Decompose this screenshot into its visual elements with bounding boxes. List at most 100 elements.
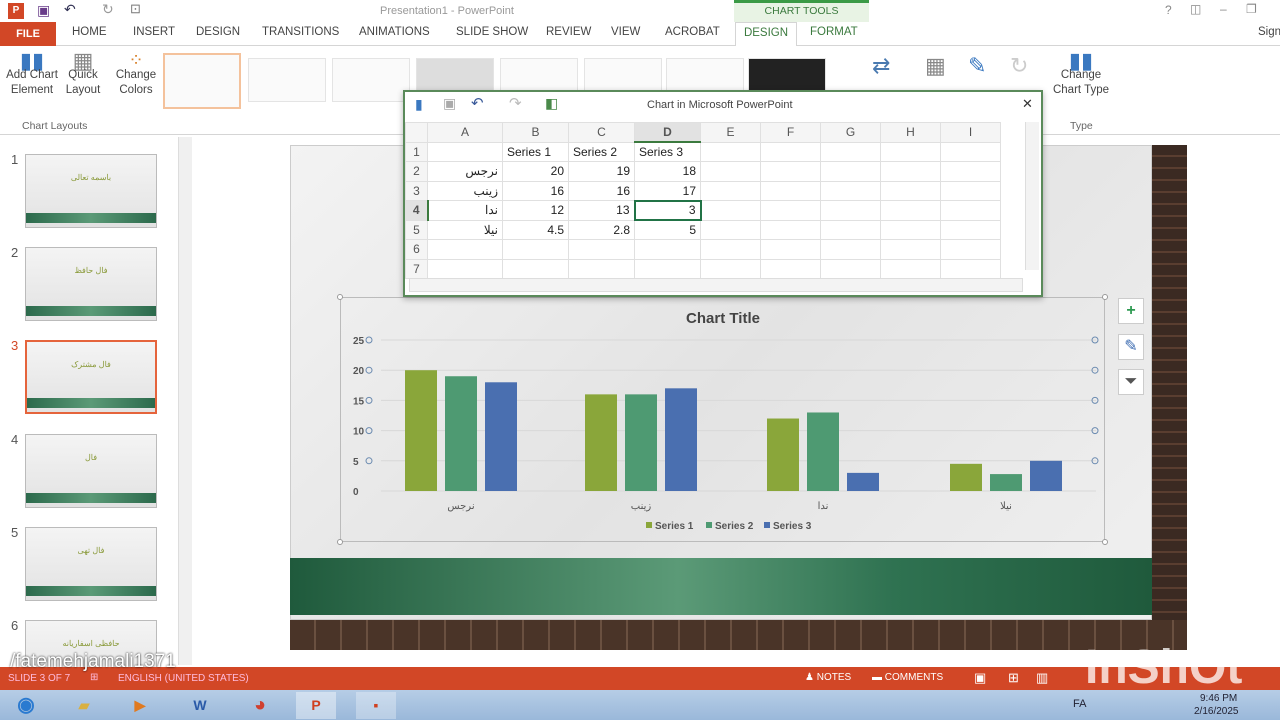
chart-styles-brush-icon[interactable]: ✎ [1118,334,1144,360]
help-icon[interactable]: ? [1165,3,1172,17]
resize-handle[interactable] [337,539,343,545]
column-header[interactable]: D [634,122,701,143]
undo-icon[interactable]: ↶ [471,94,484,112]
switch-row-column-icon[interactable]: ⇄ [872,53,890,79]
file-explorer-icon[interactable]: ▰ [64,692,104,719]
tab-insert[interactable]: INSERT [133,26,175,38]
slide-thumbnail[interactable]: فال تهی [25,527,157,601]
cell[interactable] [502,258,569,279]
chart-title[interactable]: Chart Title [686,310,760,327]
cell[interactable] [880,239,941,260]
slide-sorter-icon[interactable]: ⊞ [1008,670,1019,686]
comments-button[interactable]: ▬ COMMENTS [872,672,943,683]
column-header[interactable]: G [820,122,881,143]
cell[interactable] [700,161,761,182]
sign-in-link[interactable]: Sign [1258,26,1280,38]
quick-layout-button[interactable]: ▦ Quick Layout [62,50,104,98]
cell[interactable]: 12 [502,200,569,221]
cell[interactable]: 18 [634,161,701,182]
cell[interactable]: 13 [568,200,635,221]
start-button-icon[interactable]: ◉ [6,692,46,719]
column-header[interactable]: C [568,122,635,143]
cell[interactable] [700,200,761,221]
cell[interactable] [880,180,941,201]
cell[interactable] [880,219,941,240]
cell[interactable]: 5 [634,219,701,240]
normal-view-icon[interactable]: ▣ [974,670,986,686]
cell[interactable] [700,219,761,240]
tab-slide-show[interactable]: SLIDE SHOW [456,26,528,38]
chart-style-2[interactable] [248,58,326,102]
chart-elements-button[interactable]: + [1118,298,1144,324]
slide-thumbnail[interactable]: فال مشترک [25,340,157,414]
cell[interactable]: 2.8 [568,219,635,240]
cell[interactable] [880,200,941,221]
chart-style-1[interactable] [163,53,241,109]
slide-thumbnail[interactable]: فال حافظ [25,247,157,321]
cell[interactable] [940,258,1001,279]
start-slideshow-icon[interactable]: ⊡ [130,1,141,17]
cell[interactable] [760,219,821,240]
column-header[interactable]: H [880,122,941,143]
panel-scrollbar[interactable] [178,137,192,665]
change-colors-button[interactable]: ⁘ Change Colors [114,51,158,98]
cell[interactable] [760,239,821,260]
column-header[interactable]: I [940,122,1001,143]
cell[interactable] [760,180,821,201]
cell[interactable]: Series 3 [634,141,701,162]
cell[interactable] [700,239,761,260]
tab-home[interactable]: HOME [72,26,107,38]
cell[interactable] [940,180,1001,201]
media-player-icon[interactable]: ▶ [120,692,160,719]
cell[interactable] [820,219,881,240]
column-header[interactable]: B [502,122,569,143]
cell[interactable] [427,141,503,162]
notes-button[interactable]: ♟ NOTES [805,672,851,683]
chart-filters-icon[interactable]: ⏷ [1118,369,1144,395]
cell[interactable]: زینب [427,180,503,201]
cell[interactable] [760,258,821,279]
bar-chart[interactable]: Chart Title 0 5 10 15 20 25 نرجس زینب ندا نیلا Ser… [341,298,1106,543]
row-header[interactable]: 7 [405,258,428,279]
cell[interactable] [820,141,881,162]
cell[interactable]: 4.5 [502,219,569,240]
reading-view-icon[interactable]: ▥ [1036,670,1048,686]
cell[interactable] [940,200,1001,221]
row-header[interactable]: 3 [405,180,428,201]
chrome-icon[interactable]: ◕ [240,692,280,719]
change-chart-type-button[interactable]: ▮▮ Change Chart Type [1052,50,1110,98]
cell[interactable]: 16 [568,180,635,201]
cell[interactable] [880,161,941,182]
cell[interactable]: نیلا [427,219,503,240]
cell[interactable] [820,258,881,279]
cell[interactable] [880,258,941,279]
chart-style-3[interactable] [332,58,410,102]
cell[interactable] [427,258,503,279]
cell[interactable] [700,180,761,201]
row-header[interactable]: 2 [405,161,428,182]
language-indicator[interactable]: ENGLISH (UNITED STATES) [118,673,249,684]
spell-check-icon[interactable]: ⊞ [90,672,98,683]
cell[interactable]: 17 [634,180,701,201]
chart-frame[interactable]: Chart Title 0 5 10 15 20 25 نرجس زینب ندا نیلا Ser… [340,297,1105,542]
column-header[interactable]: E [700,122,761,143]
slide-thumbnail[interactable]: فال [25,434,157,508]
cell[interactable] [634,239,701,260]
tab-animations[interactable]: ANIMATIONS [359,26,430,38]
cell[interactable]: Series 2 [568,141,635,162]
tab-acrobat[interactable]: ACROBAT [665,26,720,38]
row-header[interactable]: 5 [405,219,428,240]
cell[interactable]: ندا [427,200,503,221]
cell[interactable] [568,239,635,260]
resize-handle[interactable] [1102,294,1108,300]
tab-view[interactable]: VIEW [611,26,640,38]
select-all-corner[interactable] [405,122,428,143]
cell[interactable] [820,161,881,182]
ribbon-options-icon[interactable]: ◫ [1190,2,1201,16]
cell[interactable] [820,239,881,260]
cell[interactable] [700,258,761,279]
cell[interactable]: 19 [568,161,635,182]
cell[interactable] [760,141,821,162]
cell[interactable] [940,141,1001,162]
tab-review[interactable]: REVIEW [546,26,591,38]
